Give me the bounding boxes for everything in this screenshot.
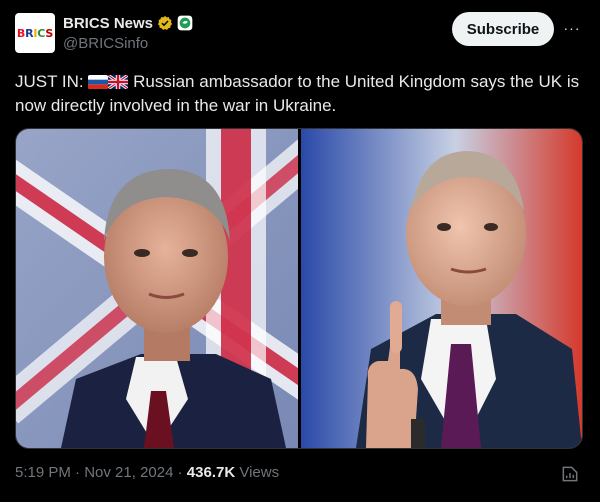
account-handle[interactable]: @BRICSinfo <box>63 35 193 52</box>
uk-flag-icon <box>108 75 129 89</box>
tweet-text: JUST IN: Russian ambassador to the Unite… <box>15 70 585 118</box>
views-label: Views <box>235 464 280 481</box>
left-photo <box>16 129 329 448</box>
verified-badge-icon[interactable] <box>157 15 173 31</box>
media-photo <box>16 129 582 448</box>
account-names: BRICS News @BRICSinfo <box>63 13 193 52</box>
tweet-media[interactable] <box>15 128 583 449</box>
tweet-header: BRICS BRICS News @BRICSinfo Subscribe ··… <box>15 12 585 56</box>
avatar-logo: BRICS <box>16 26 54 40</box>
tweet-meta: 5:19 PM · Nov 21, 2024 · 436.7K Views <box>15 464 279 481</box>
right-photo <box>301 129 582 448</box>
more-dots-icon[interactable]: ··· <box>562 18 582 38</box>
russia-flag-icon <box>88 75 109 89</box>
avatar[interactable]: BRICS <box>15 13 55 53</box>
meta-separator: · <box>70 464 85 481</box>
tweet-prefix: JUST IN: <box>15 72 89 91</box>
meta-separator: · <box>173 464 187 481</box>
views-count: 436.7K <box>186 464 236 481</box>
tweet-time[interactable]: 5:19 PM <box>15 464 71 481</box>
affiliate-badge-icon[interactable] <box>177 15 193 31</box>
tweet-date[interactable]: Nov 21, 2024 <box>84 464 173 481</box>
analytics-icon[interactable] <box>560 464 580 484</box>
subscribe-button[interactable]: Subscribe <box>452 12 554 46</box>
display-name[interactable]: BRICS News <box>63 15 153 32</box>
